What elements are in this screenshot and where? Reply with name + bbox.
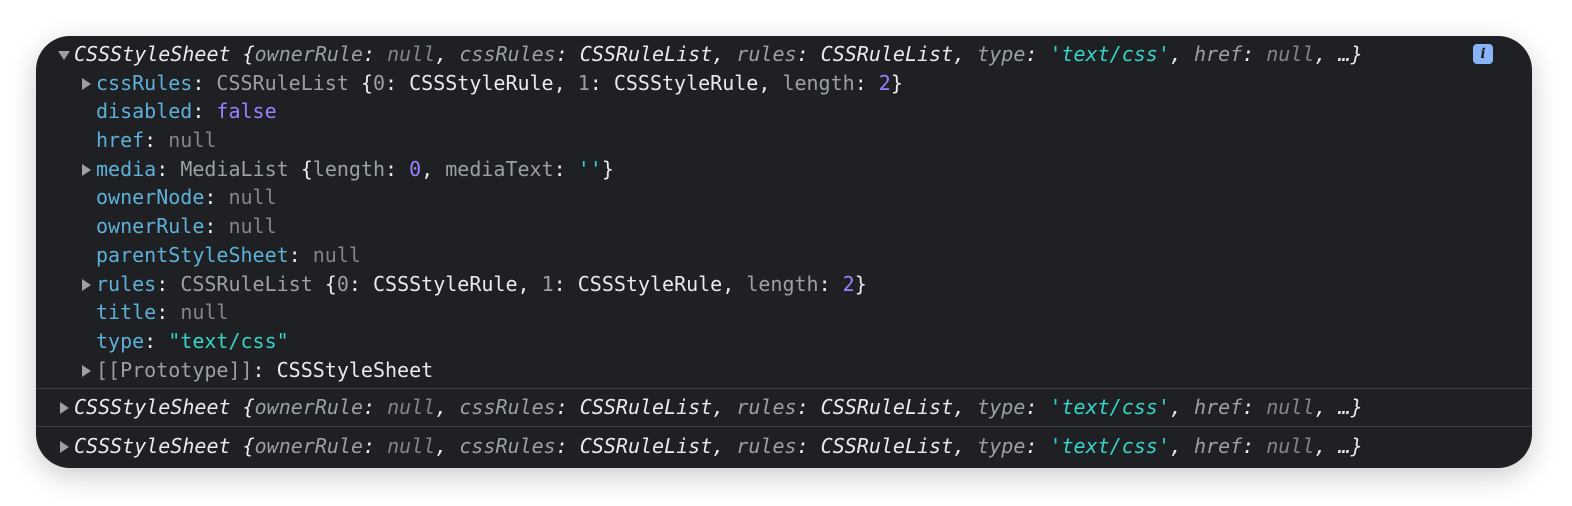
summary-key-type: type — [977, 42, 1026, 66]
prop-parentstylesheet: parentStyleSheet: null — [96, 243, 361, 267]
prop-ownerrule: ownerRule: null — [96, 214, 277, 238]
expand-triangle-icon[interactable] — [82, 279, 91, 291]
console-entry-collapsed[interactable]: CSSStyleSheet {ownerRule: null, cssRules… — [74, 432, 1363, 460]
prop-type: type: "text/css" — [96, 329, 289, 353]
length-val: 2 — [842, 272, 855, 296]
prop-cssrules[interactable]: cssRules: CSSRuleList {0: CSSStyleRule, … — [96, 69, 903, 97]
length-key: length — [746, 272, 819, 296]
summary-val-ownerrule: null — [387, 42, 436, 66]
length-val: 0 — [409, 157, 422, 181]
summary-key-ownerrule: ownerRule — [254, 42, 364, 66]
summary-key-cssrules: cssRules — [459, 42, 556, 66]
prop-prototype[interactable]: [[Prototype]]: CSSStyleSheet — [96, 356, 433, 384]
summary-val-ownerrule: null — [387, 434, 436, 458]
summary-key-rules: rules — [736, 434, 797, 458]
length-key: length — [782, 71, 855, 95]
summary-ellipsis: … — [1338, 434, 1351, 458]
prop-key: title — [96, 300, 157, 324]
expand-triangle-icon[interactable] — [82, 164, 91, 176]
prop-key: ownerRule — [96, 214, 205, 238]
summary-key-rules: rules — [736, 42, 797, 66]
prop-key: rules — [96, 272, 157, 296]
expand-triangle-icon[interactable] — [60, 441, 69, 453]
prop-val: null — [228, 214, 277, 238]
summary-key-rules: rules — [736, 395, 797, 419]
summary-key-cssrules: cssRules — [459, 395, 556, 419]
collapse-triangle-icon[interactable] — [58, 51, 70, 60]
prop-media[interactable]: media: MediaList {length: 0, mediaText: … — [96, 155, 614, 183]
mediatext-val: '' — [577, 157, 602, 181]
console-entry-collapsed[interactable]: CSSStyleSheet {ownerRule: null, cssRules… — [74, 393, 1363, 421]
summary-key-type: type — [977, 395, 1026, 419]
index-val: CSSStyleRule — [577, 272, 723, 296]
index-key: 0 — [336, 272, 349, 296]
summary-val-type: 'text/css' — [1049, 395, 1170, 419]
index-val: CSSStyleRule — [373, 272, 518, 296]
prop-href: href: null — [96, 128, 217, 152]
divider — [36, 426, 1532, 427]
entry-class: CSSStyleSheet — [74, 42, 231, 66]
divider — [36, 388, 1532, 389]
length-key: length — [312, 157, 386, 181]
prop-key: type — [96, 329, 145, 353]
prop-class: CSSRuleList — [216, 71, 349, 95]
prop-key: ownerNode — [96, 185, 205, 209]
index-key: 1 — [541, 272, 554, 296]
summary-val-href: null — [1266, 434, 1315, 458]
summary-val-rules: CSSRuleList — [820, 434, 954, 458]
summary-key-ownerrule: ownerRule — [254, 395, 364, 419]
info-icon[interactable]: i — [1473, 44, 1493, 64]
prop-val: null — [228, 185, 277, 209]
index-key: 0 — [372, 71, 386, 95]
prop-val: null — [180, 300, 229, 324]
summary-key-cssrules: cssRules — [459, 434, 556, 458]
summary-key-href: href — [1193, 434, 1243, 458]
summary-val-href: null — [1266, 42, 1315, 66]
summary-ellipsis: … — [1338, 395, 1351, 419]
prop-key: [[Prototype]] — [96, 358, 253, 382]
summary-val-cssrules: CSSRuleList — [579, 42, 713, 66]
prop-key: media — [96, 157, 157, 181]
index-key: 1 — [577, 71, 590, 95]
prop-key: parentStyleSheet — [96, 243, 289, 267]
prop-rules[interactable]: rules: CSSRuleList {0: CSSStyleRule, 1: … — [96, 270, 867, 298]
mediatext-key: mediaText — [445, 157, 554, 181]
prop-ownernode: ownerNode: null — [96, 185, 277, 209]
prop-title: title: null — [96, 300, 229, 324]
index-val: CSSStyleRule — [613, 71, 759, 95]
entry-class: CSSStyleSheet — [74, 434, 231, 458]
expand-triangle-icon[interactable] — [60, 402, 69, 414]
summary-val-cssrules: CSSRuleList — [579, 434, 713, 458]
prop-class: MediaList — [180, 157, 289, 181]
console-panel: CSSStyleSheet {ownerRule: null, cssRules… — [36, 36, 1532, 468]
summary-val-type: 'text/css' — [1049, 42, 1170, 66]
console-entry-header-expanded[interactable]: CSSStyleSheet {ownerRule: null, cssRules… — [74, 40, 1363, 68]
summary-key-href: href — [1193, 42, 1243, 66]
prop-val: null — [312, 243, 361, 267]
summary-val-type: 'text/css' — [1049, 434, 1170, 458]
prop-val: "text/css" — [168, 329, 289, 353]
prop-disabled: disabled: false — [96, 99, 277, 123]
prop-key: cssRules — [96, 71, 193, 95]
summary-val-cssrules: CSSRuleList — [579, 395, 713, 419]
summary-val-ownerrule: null — [387, 395, 436, 419]
index-val: CSSStyleRule — [409, 71, 554, 95]
entry-class: CSSStyleSheet — [74, 395, 231, 419]
summary-val-rules: CSSRuleList — [820, 42, 954, 66]
summary-ellipsis: … — [1338, 42, 1351, 66]
prop-val: null — [168, 128, 217, 152]
summary-key-href: href — [1193, 395, 1243, 419]
prop-val: false — [216, 99, 277, 123]
summary-val-href: null — [1266, 395, 1315, 419]
summary-key-ownerrule: ownerRule — [254, 434, 364, 458]
prop-class: CSSRuleList — [180, 272, 313, 296]
summary-key-type: type — [977, 434, 1026, 458]
prop-val: CSSStyleSheet — [276, 358, 434, 382]
summary-val-rules: CSSRuleList — [820, 395, 954, 419]
expand-triangle-icon[interactable] — [82, 365, 91, 377]
prop-key: disabled — [96, 99, 193, 123]
length-val: 2 — [878, 71, 891, 95]
prop-key: href — [96, 128, 145, 152]
expand-triangle-icon[interactable] — [82, 78, 91, 90]
